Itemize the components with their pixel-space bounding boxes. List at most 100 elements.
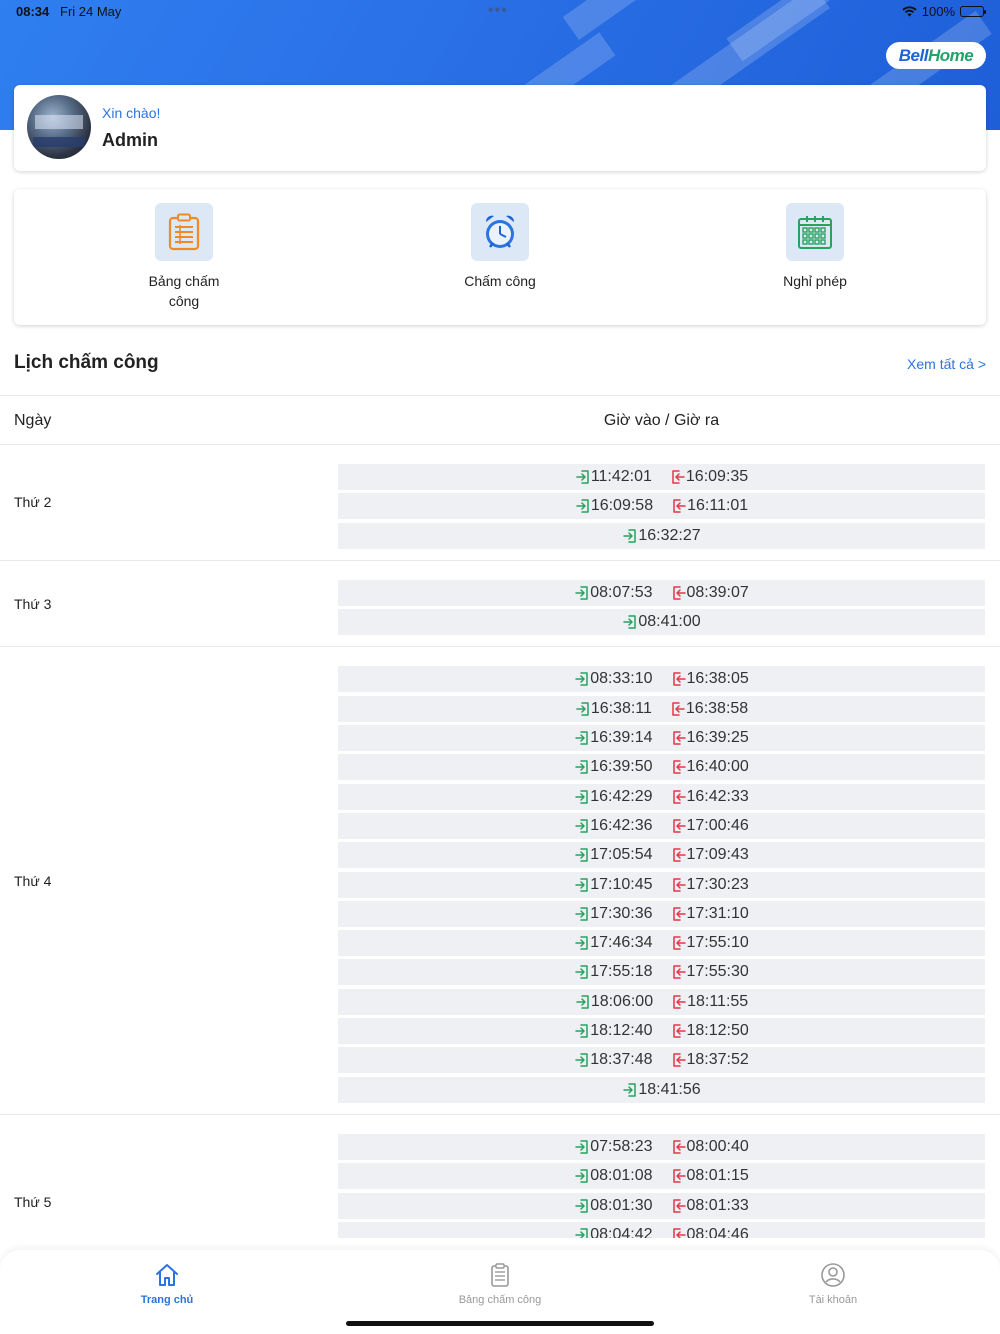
check-out-time: 17:55:10 [671,934,749,952]
check-in-time: 11:42:01 [575,468,652,486]
check-in-icon [575,760,588,775]
menu-leave[interactable]: Nghỉ phép [735,203,895,291]
check-out-time: 16:38:05 [671,670,749,688]
avatar[interactable] [27,95,91,159]
time-row[interactable]: 17:55:18 17:55:30 [338,959,985,986]
time-row[interactable]: 16:42:36 17:00:46 [338,812,985,839]
check-out-icon [672,586,686,600]
time-row[interactable]: 18:12:40 18:12:50 [338,1018,985,1045]
check-out-icon [672,907,686,921]
time-row[interactable]: 08:07:53 08:39:07 [338,579,985,606]
calendar-icon [786,203,844,261]
check-out-icon [672,848,686,863]
time-row[interactable]: 18:37:48 18:37:52 [338,1047,985,1074]
menu-label-leave: Nghỉ phép [783,273,847,289]
check-out-icon [672,936,686,950]
check-out-time: 08:01:15 [671,1167,749,1185]
check-in-time: 16:32:27 [622,527,701,545]
check-in-time: 08:07:53 [574,584,653,602]
check-out-time: 08:04:46 [671,1226,749,1238]
tab-account[interactable]: Tài khoản [753,1262,913,1306]
day-label: Thứ 4 [14,872,52,889]
check-out-icon [672,672,686,687]
check-out-icon [672,965,686,980]
time-row[interactable]: 17:46:34 17:55:10 [338,930,985,957]
check-out-time: 08:01:33 [671,1197,749,1215]
column-header-day: Ngày [14,412,52,429]
check-out-time: 16:38:58 [670,700,748,718]
check-out-time: 18:12:50 [671,1022,749,1040]
check-in-icon [623,1082,637,1097]
time-row[interactable]: 16:42:29 16:42:33 [338,783,985,810]
time-row[interactable]: 16:32:27 [338,522,985,549]
check-in-icon [575,789,588,804]
column-header-times: Giờ vào / Giờ ra [603,412,720,429]
time-row[interactable]: 18:06:00 18:11:55 [338,988,985,1015]
check-out-icon [672,1140,686,1154]
user-icon [821,1263,845,1287]
check-in-time: 18:37:48 [574,1051,653,1069]
check-in-icon [575,1140,588,1154]
time-row[interactable]: 08:01:30 08:01:33 [338,1192,985,1219]
time-row[interactable]: 16:38:11 16:38:58 [338,695,985,722]
check-out-time: 16:42:33 [671,788,749,806]
clipboard-icon [491,1263,509,1287]
check-out-time: 16:39:25 [671,729,749,747]
multitasking-dots-icon[interactable]: ••• [488,2,508,20]
check-in-icon [576,995,589,1009]
check-in-time: 07:58:23 [574,1138,653,1156]
check-in-icon [575,672,588,687]
status-bar: 08:34 Fri 24 May ••• 100% [0,0,1000,24]
check-in-icon [575,1024,588,1038]
time-row[interactable]: 08:41:00 [338,609,985,636]
time-row[interactable]: 11:42:01 16:09:35 [338,464,985,490]
check-out-icon [673,499,686,514]
day-label: Thứ 3 [14,595,52,612]
time-row[interactable]: 17:10:45 17:30:23 [338,871,985,898]
status-date: Fri 24 May [60,4,122,19]
check-in-icon [575,1198,588,1213]
menu-label-check-in: Chấm công [464,273,536,289]
check-in-time: 16:09:58 [575,497,653,515]
brand-logo: Bell Home [886,42,986,69]
battery-icon [960,6,986,17]
section-title: Lịch chấm công [14,352,159,373]
tab-home[interactable]: Trang chủ [87,1262,247,1306]
time-row[interactable]: 08:33:10 16:38:05 [338,666,985,693]
check-in-time: 16:38:11 [575,700,652,718]
time-row[interactable]: 08:01:08 08:01:15 [338,1163,985,1190]
check-out-time: 18:11:55 [671,993,748,1011]
time-row[interactable]: 08:04:42 08:04:46 [338,1221,985,1238]
time-row[interactable]: 16:39:14 16:39:25 [338,725,985,752]
user-name: Admin [102,130,158,150]
time-row[interactable]: 16:39:50 16:40:00 [338,754,985,781]
check-in-time: 17:46:34 [574,934,653,952]
check-in-time: 18:41:56 [622,1081,701,1099]
tab-timesheet[interactable]: Bảng chấm công [420,1262,580,1306]
check-out-icon [673,995,686,1009]
check-out-icon [672,1053,686,1068]
check-in-icon [575,848,588,863]
check-out-time: 16:40:00 [671,758,749,776]
greeting-card: Xin chào! Admin [14,85,986,171]
battery-percent: 100% [921,4,955,19]
check-in-time: 17:05:54 [574,846,653,864]
home-icon [156,1264,178,1286]
check-out-icon [672,789,686,804]
check-in-icon [575,1228,588,1238]
view-all-link[interactable]: Xem tất cả > [907,356,986,372]
check-in-time: 16:42:29 [574,788,653,806]
time-row[interactable]: 16:09:58 16:11:01 [338,493,985,520]
time-row[interactable]: 18:41:56 [338,1076,985,1103]
time-row[interactable]: 07:58:23 08:00:40 [338,1133,985,1160]
check-in-icon [623,615,637,629]
time-row[interactable]: 17:05:54 17:09:43 [338,842,985,869]
time-row[interactable]: 17:30:36 17:31:10 [338,900,985,927]
menu-check-in[interactable]: Chấm công [420,203,580,291]
check-out-time: 17:09:43 [671,846,749,864]
check-out-time: 17:31:10 [671,905,749,923]
schedule-list[interactable]: Thứ 2 11:42:01 16:09:35 16:09:58 16:11:01 16:… [0,445,1000,1238]
check-in-icon [575,965,588,980]
menu-timesheet[interactable]: Bảng chấm công [104,203,264,311]
check-out-icon [672,470,685,484]
